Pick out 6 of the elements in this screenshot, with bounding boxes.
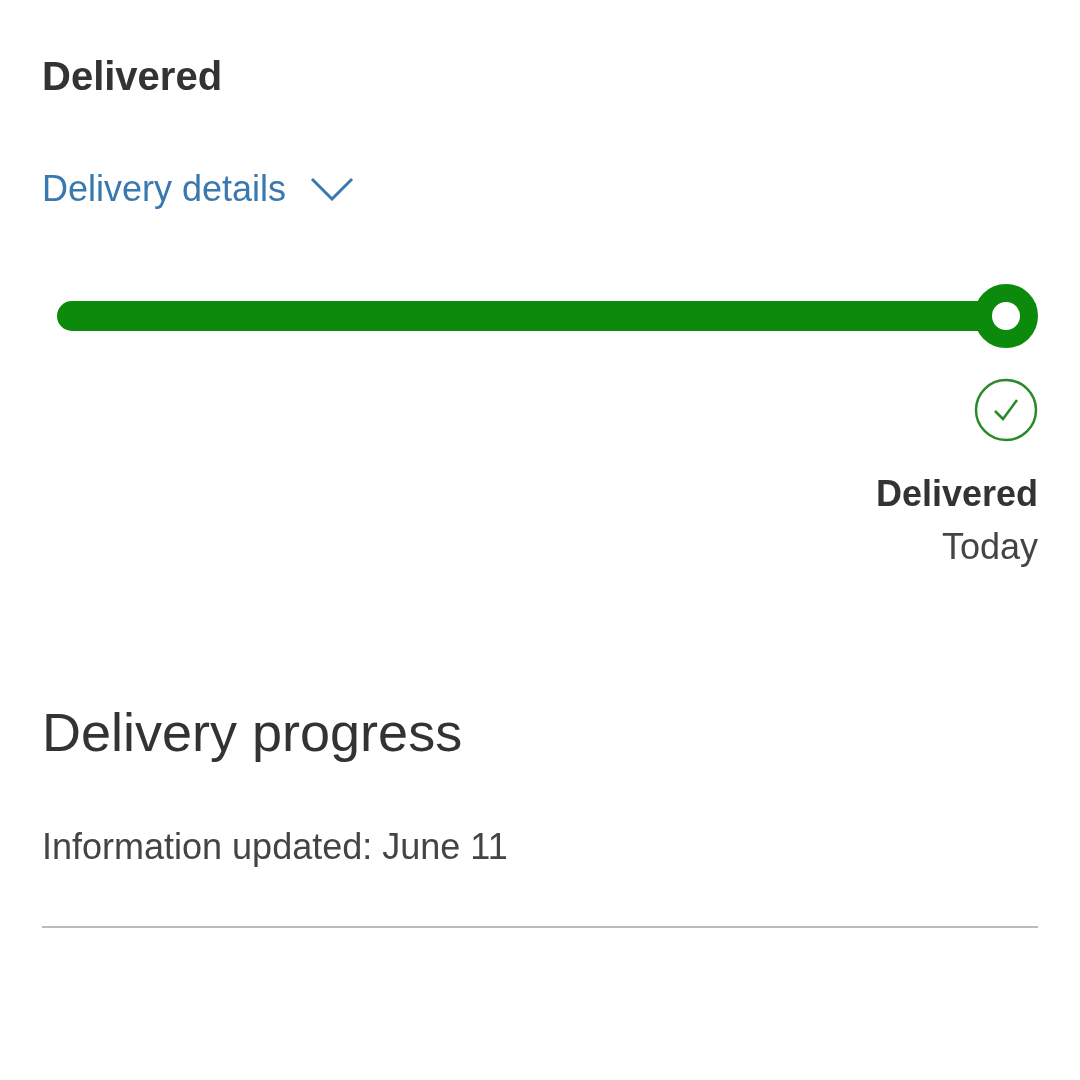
delivery-details-link[interactable]: Delivery details <box>42 162 355 216</box>
status-label: Delivered <box>875 472 1038 516</box>
updated-text: Information updated: June 11 <box>42 825 509 869</box>
status-date: Today <box>941 525 1038 569</box>
page-title: Delivered <box>42 53 224 100</box>
section-heading: Delivery progress <box>42 701 464 765</box>
